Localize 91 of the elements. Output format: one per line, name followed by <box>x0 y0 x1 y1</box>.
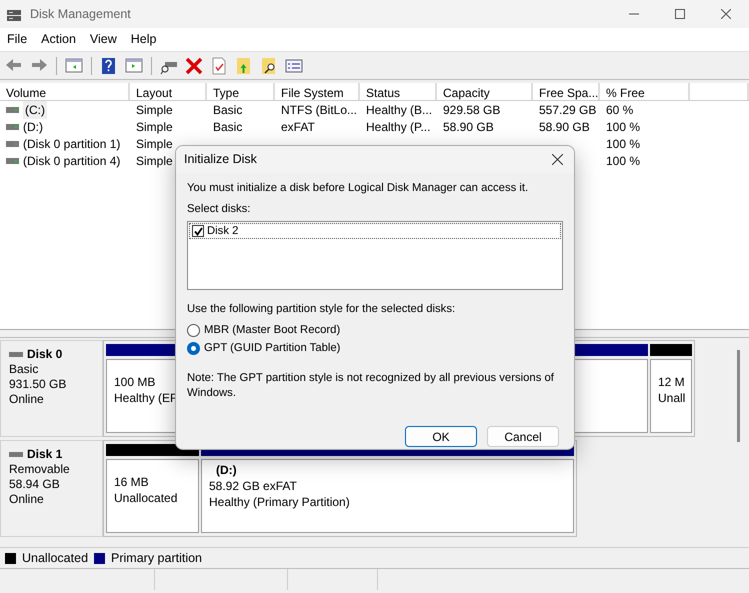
dialog-title: Initialize Disk <box>184 151 257 168</box>
drive-icon <box>6 106 19 112</box>
action-pane-icon[interactable] <box>125 56 143 74</box>
field-label: Use the following partition style for the selected disks: <box>187 302 456 317</box>
partition-info: Unallocated <box>114 490 178 506</box>
partition-block[interactable]: 16 MB Unallocated <box>106 459 199 533</box>
partition-info: 12 M <box>658 374 684 390</box>
maximize-icon[interactable] <box>675 9 685 19</box>
column-header[interactable]: Layout <box>130 83 207 100</box>
partition-info: 58.92 GB exFAT <box>209 478 298 494</box>
partition-info: 16 MB <box>114 474 150 490</box>
table-cell-text: (Disk 0 partition 4) <box>23 152 120 170</box>
disk-info: Online <box>9 392 45 407</box>
legend-label: Primary partition <box>111 550 202 567</box>
legend-label: Unallocated <box>22 550 88 567</box>
table-cell-text: (Disk 0 partition 1) <box>23 136 120 152</box>
partition-info: Unall <box>658 390 684 406</box>
menu-item[interactable]: Action <box>34 30 83 49</box>
column-header[interactable]: % Free <box>600 83 690 100</box>
table-cell: 100 % <box>606 136 640 150</box>
table-cell: Simple <box>136 154 173 168</box>
close-icon[interactable] <box>721 9 731 19</box>
table-cell: (C:) <box>23 100 47 118</box>
table-cell: 929.58 GB <box>443 102 500 116</box>
radio-button[interactable] <box>187 324 200 336</box>
field-label: Select disks: <box>187 202 252 217</box>
table-cell: Simple <box>136 120 173 134</box>
table-cell: 58.90 GB <box>539 120 590 134</box>
table-cell: Healthy (P... <box>366 120 430 134</box>
disk-list[interactable]: Disk 2 <box>187 221 563 290</box>
cancel-button[interactable]: Cancel <box>487 426 559 447</box>
column-header[interactable]: Type <box>207 83 275 100</box>
radio-label[interactable]: GPT (GUID Partition Table) <box>204 340 340 356</box>
partition-block[interactable]: (D:) 58.92 GB exFAT Healthy (Primary Partition) <box>201 459 574 533</box>
ok-button[interactable]: OK <box>405 426 477 447</box>
disk-name: Disk 0 <box>27 347 62 362</box>
disk-info: Online <box>9 492 45 507</box>
table-cell: exFAT <box>281 120 315 134</box>
drive-icon <box>6 140 19 146</box>
column-header[interactable]: File System <box>275 83 360 100</box>
disk-info: 58.94 GB <box>9 477 61 492</box>
column-header[interactable]: Status <box>360 83 437 100</box>
radio-button[interactable] <box>187 342 200 354</box>
table-cell-text: (D:) <box>23 118 43 136</box>
disk-name: Disk 1 <box>27 447 62 462</box>
table-cell: 100 % <box>606 120 640 134</box>
table-cell: NTFS (BitLo... <box>281 102 358 116</box>
scrollbar[interactable] <box>737 350 740 442</box>
column-header[interactable]: Capacity <box>437 83 533 100</box>
radio-label[interactable]: MBR (Master Boot Record) <box>204 322 340 338</box>
drive-icon <box>6 124 19 130</box>
table-cell: Basic <box>213 102 242 116</box>
close-icon <box>552 154 562 165</box>
table-cell: Healthy (B... <box>366 102 432 116</box>
partition-block[interactable]: 12 M Unall <box>650 359 692 433</box>
disk-info: Removable <box>9 462 71 477</box>
menu-item[interactable]: View <box>82 30 124 49</box>
note-text: Note: The GPT partition style is not recognized by all previous versions of Windows. <box>187 371 555 401</box>
menu-item[interactable]: File <box>0 30 34 49</box>
partition-info: Healthy (Primary Partition) <box>209 494 351 510</box>
menu-item[interactable]: Help <box>124 30 164 49</box>
table-cell: 557.29 GB <box>539 102 596 116</box>
table-cell: Basic <box>213 120 242 134</box>
checklist-icon[interactable] <box>285 56 303 74</box>
disk-management-icon <box>6 8 22 22</box>
partition-header-bar <box>650 344 692 356</box>
disk-label-panel[interactable]: Disk 1 Removable 58.94 GB Online <box>0 440 103 537</box>
checked-document-icon[interactable] <box>210 56 228 74</box>
column-header[interactable]: Free Spa... <box>533 83 600 100</box>
table-cell: Simple <box>136 102 173 116</box>
drive-icon <box>6 158 19 164</box>
table-cell: Simple <box>136 136 173 150</box>
drive-icon <box>9 352 23 357</box>
help-icon[interactable] <box>100 56 118 74</box>
disk-info: 931.50 GB <box>9 377 68 392</box>
delete-icon[interactable] <box>185 56 203 74</box>
disk-label-panel[interactable]: Disk 0 Basic 931.50 GB Online <box>0 340 103 437</box>
checkbox[interactable] <box>192 225 204 237</box>
partition-title: (D:) <box>215 462 238 478</box>
folder-search-icon[interactable] <box>260 56 278 74</box>
drive-icon <box>9 452 23 457</box>
partition-info: Healthy (EF <box>114 390 178 406</box>
window-title: Disk Management <box>30 6 131 23</box>
table-cell: 60 % <box>606 102 634 116</box>
table-cell: 58.90 GB <box>443 120 494 134</box>
list-item[interactable]: Disk 2 <box>207 222 238 240</box>
disk-info: Basic <box>9 362 40 377</box>
dialog-message: You must initialize a disk before Logical Disk Manager can access it. <box>187 181 530 196</box>
console-tree-icon[interactable] <box>65 56 83 74</box>
table-cell: 100 % <box>606 154 640 168</box>
partition-info: 100 MB <box>114 374 156 390</box>
